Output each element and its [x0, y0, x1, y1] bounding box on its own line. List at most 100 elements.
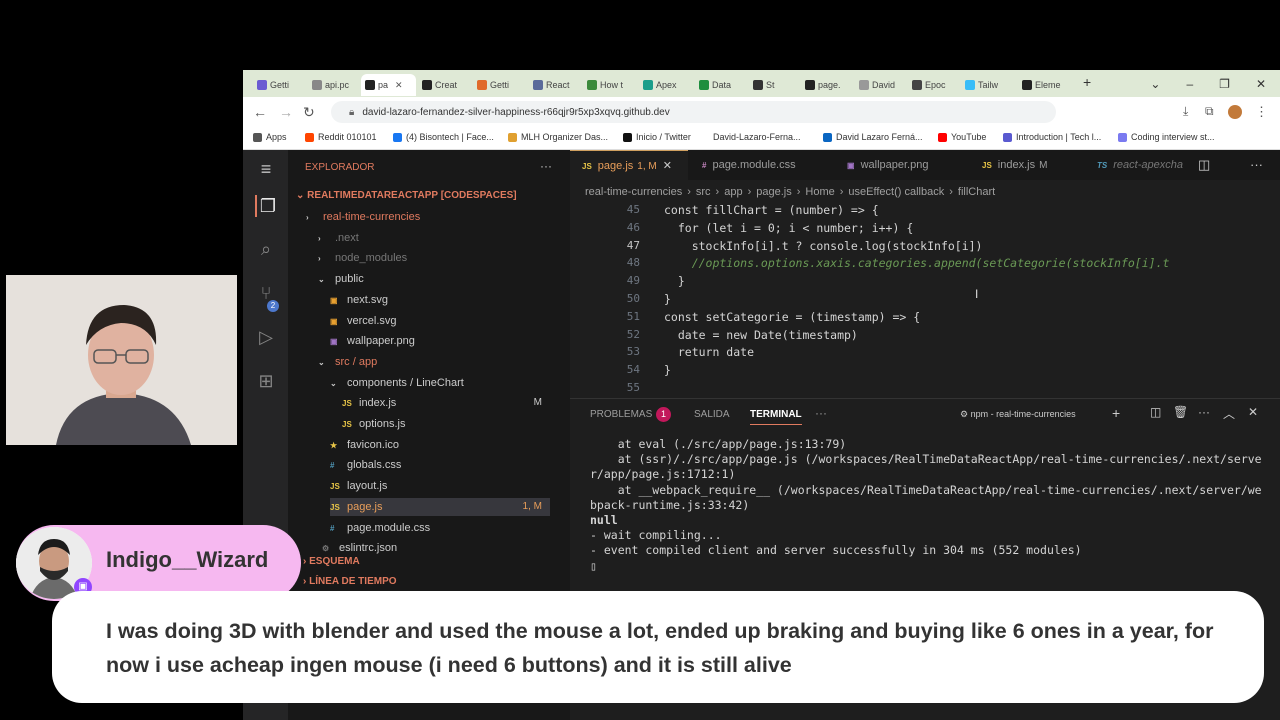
bookmark-item[interactable]: YouTube	[938, 132, 986, 142]
bookmark-favicon-icon	[305, 132, 314, 142]
editor-tab[interactable]: ▣ wallpaper.png	[835, 150, 965, 180]
extensions-icon[interactable]: ⊞	[255, 370, 277, 392]
sidebar-item[interactable]: ▣ vercel.svg	[330, 312, 550, 330]
bookmark-item[interactable]: Coding interview st...	[1118, 132, 1215, 142]
tab-close-icon[interactable]: ✕	[663, 160, 672, 172]
browser-tab[interactable]: page.	[801, 74, 851, 96]
address-bar[interactable]: 🔒︎ david-lazaro-fernandez-silver-happine…	[331, 101, 1056, 123]
workspace-root[interactable]: ⌄ REALTIMEDATAREACTAPP [CODESPACES]	[296, 187, 517, 205]
tab-terminal[interactable]: TERMINAL	[750, 409, 802, 425]
browser-tab[interactable]: Data	[695, 74, 745, 96]
chat-username: Indigo__Wizard	[106, 547, 269, 572]
new-tab-button[interactable]: +	[1083, 74, 1091, 90]
bookmark-item[interactable]: David Lazaro Ferná...	[823, 132, 923, 142]
code-line: const fillChart = (number) => {	[664, 203, 879, 217]
sidebar-item[interactable]: ⌄ components / LineChart	[330, 374, 550, 392]
forward-icon[interactable]: →	[279, 104, 293, 120]
browser-tab[interactable]: Apex	[639, 74, 691, 96]
reload-icon[interactable]: ↻	[303, 104, 315, 121]
tab-favicon-icon	[257, 80, 267, 90]
bookmark-item[interactable]: Introduction | Tech l...	[1003, 132, 1101, 142]
editor-tab[interactable]: JS index.js M	[970, 150, 1080, 180]
sidebar-item[interactable]: JS index.js M	[342, 394, 550, 412]
run-debug-icon[interactable]: ▷	[255, 326, 277, 348]
bookmark-item[interactable]: MLH Organizer Das...	[508, 132, 608, 142]
breadcrumb-item[interactable]: page.js	[756, 186, 791, 198]
browser-tab[interactable]: Creat	[418, 74, 470, 96]
sidebar-item[interactable]: › node_modules	[318, 249, 550, 267]
sidebar-item[interactable]: # page.module.css	[330, 519, 550, 537]
browser-tab[interactable]: Eleme	[1018, 74, 1073, 96]
breadcrumb-item[interactable]: src	[696, 186, 711, 198]
explorer-more-icon[interactable]: ···	[540, 159, 552, 173]
trash-icon[interactable]: 🗑︎	[1173, 405, 1188, 419]
browser-tab[interactable]: Epoc	[908, 74, 958, 96]
breadcrumb-item[interactable]: app	[724, 186, 742, 198]
timeline-section[interactable]: › LÍNEA DE TIEMPO	[303, 573, 397, 591]
tab-problems[interactable]: PROBLEMAS	[590, 409, 652, 420]
sidebar-item[interactable]: JS layout.js	[330, 477, 550, 495]
sidebar-item[interactable]: › .next	[318, 229, 550, 247]
browser-tab[interactable]: St	[749, 74, 799, 96]
profile-avatar[interactable]	[1228, 105, 1242, 119]
explorer-icon[interactable]: ❐	[255, 195, 279, 217]
sidebar-item[interactable]: ★ favicon.ico	[330, 436, 550, 454]
close-window-icon[interactable]: ✕	[1256, 77, 1266, 91]
browser-tab-bar: Getti api.pc pa ✕ Creat Getti React How t Apex Da…	[243, 70, 1280, 97]
breadcrumb-item[interactable]: real-time-currencies	[585, 186, 682, 198]
terminal-line: - event compiled client and server succe…	[590, 543, 1082, 558]
download-icon[interactable]: ⤓	[1183, 104, 1188, 119]
outline-section[interactable]: › ESQUEMA	[303, 553, 360, 571]
browser-tab[interactable]: Tailw	[961, 74, 1016, 96]
sidebar-item[interactable]: ⌄ public	[318, 270, 550, 288]
browser-tab[interactable]: David	[855, 74, 905, 96]
browser-tab[interactable]: api.pc	[308, 74, 358, 96]
breadcrumb-item[interactable]: fillChart	[958, 186, 995, 198]
tab-search-icon[interactable]: ⌄	[1150, 77, 1160, 91]
file-type-icon: ⌄	[330, 378, 337, 388]
back-icon[interactable]: ←	[253, 104, 267, 120]
editor-tab[interactable]: JS page.js 1, M ✕	[570, 150, 688, 180]
sidebar-item[interactable]: › real-time-currencies	[306, 208, 550, 226]
sidebar-item[interactable]: ▣ wallpaper.png	[330, 332, 550, 350]
tab-close-icon[interactable]: ✕	[395, 80, 403, 91]
extensions-icon[interactable]: ⧉	[1205, 104, 1214, 119]
breadcrumb-item[interactable]: useEffect() callback	[848, 186, 944, 198]
browser-tab[interactable]: React	[529, 74, 581, 96]
maximize-panel-icon[interactable]: ︿	[1223, 405, 1235, 422]
file-type-icon: ▣	[330, 295, 338, 305]
browser-tab[interactable]: How t	[583, 74, 635, 96]
breadcrumb-item[interactable]: Home	[805, 186, 834, 198]
sidebar-item[interactable]: # globals.css	[330, 456, 550, 474]
menu-icon[interactable]: ⋮	[1255, 104, 1268, 120]
editor-tab-label: page.module.css	[712, 159, 796, 171]
tab-output[interactable]: SALIDA	[694, 409, 730, 420]
minimize-icon[interactable]: –	[1186, 77, 1193, 91]
browser-tab[interactable]: pa ✕	[361, 74, 416, 96]
sidebar-item[interactable]: JS options.js	[342, 415, 550, 433]
tab-label: api.pc	[325, 80, 350, 90]
split-editor-icon[interactable]: ◫	[1198, 157, 1210, 173]
editor-tab[interactable]: # page.module.css	[690, 150, 830, 180]
bookmark-item[interactable]: Reddit 010101	[305, 132, 377, 142]
new-terminal-icon[interactable]: +	[1112, 405, 1120, 421]
maximize-icon[interactable]: ❐	[1219, 77, 1230, 91]
sidebar-item[interactable]: JS page.js 1, M	[330, 497, 550, 516]
browser-tab[interactable]: Getti	[253, 74, 303, 96]
bookmark-item[interactable]: David-Lazaro-Ferna...	[713, 132, 801, 142]
split-terminal-icon[interactable]: ◫	[1150, 405, 1161, 419]
browser-tab[interactable]: Getti	[473, 74, 525, 96]
bookmark-item[interactable]: (4) Bisontech | Face...	[393, 132, 494, 142]
close-panel-icon[interactable]: ✕	[1248, 405, 1258, 419]
editor-tab[interactable]: TS react-apexcha	[1085, 150, 1195, 180]
editor-more-icon[interactable]: ···	[1250, 157, 1263, 172]
bookmark-item[interactable]: Inicio / Twitter	[623, 132, 691, 142]
bookmark-item[interactable]: Apps	[253, 132, 287, 142]
search-icon[interactable]: ⌕	[255, 238, 277, 260]
menu-icon[interactable]: ≡	[255, 158, 277, 180]
terminal-selector[interactable]: ⚙ npm - real-time-currencies	[960, 409, 1076, 420]
sidebar-item[interactable]: ▣ next.svg	[330, 291, 550, 309]
sidebar-item[interactable]: ⌄ src / app	[318, 353, 550, 371]
more-actions-icon[interactable]: ···	[1198, 405, 1210, 419]
panel-more-icon[interactable]: ···	[815, 406, 827, 420]
